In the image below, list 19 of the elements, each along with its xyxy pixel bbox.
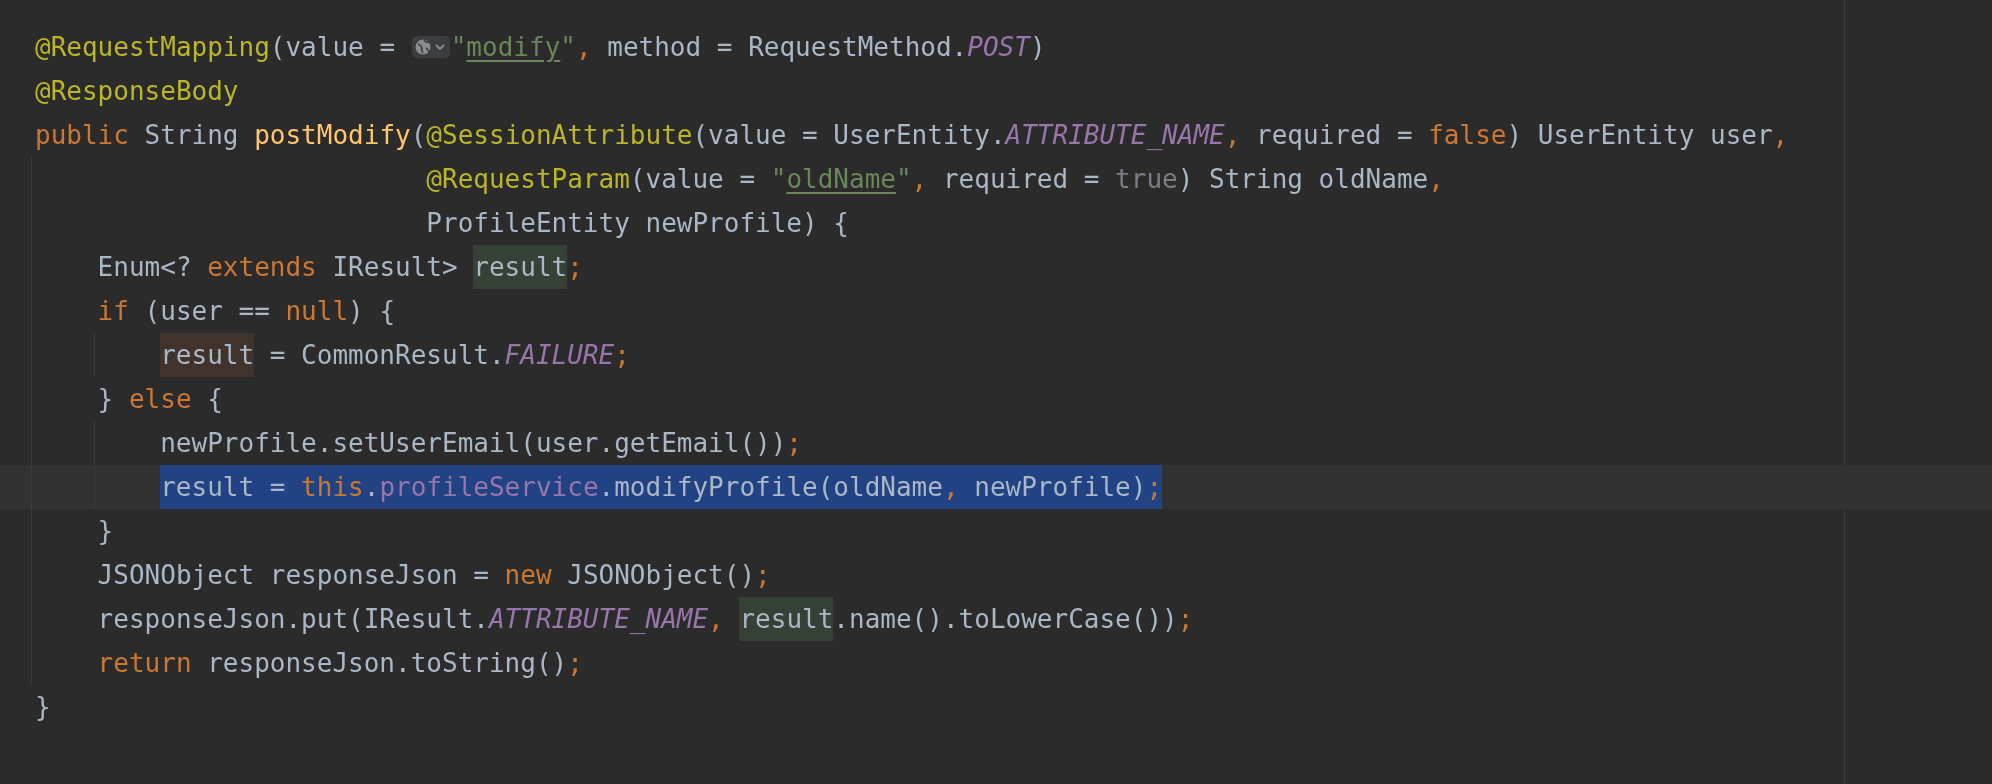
- code-line: responseJson.put(IResult.ATTRIBUTE_NAME, result.name().toLowerCase());: [97, 597, 1194, 641]
- selected-code: result = this.profileService.modifyProfile(oldName, newProfile);: [160, 465, 1163, 509]
- code-line: ProfileEntity newProfile) {: [426, 207, 849, 240]
- code-line: result = CommonResult.FAILURE;: [160, 333, 630, 377]
- code-line: newProfile.setUserEmail(user.getEmail());: [160, 427, 802, 460]
- code-line: "modify", method = RequestMethod.POST): [450, 31, 1046, 64]
- code-line: JSONObject responseJson = new JSONObject();: [97, 559, 771, 592]
- code-line: @RequestParam(value = "oldName", required = true) String oldName,: [426, 163, 1444, 196]
- code-editor[interactable]: [0, 0, 1992, 784]
- code-line: public String postModify(@SessionAttribute(value = UserEntity.ATTRIBUTE_NAME, required = false) UserEntity user,: [35, 119, 1789, 152]
- code-line: @RequestMapping(value =: [35, 31, 397, 64]
- code-line: @ResponseBody: [35, 75, 239, 108]
- code-line: }: [97, 515, 114, 548]
- code-line: } else {: [97, 383, 223, 416]
- code-line: }: [35, 691, 51, 724]
- globe-icon[interactable]: [411, 36, 450, 58]
- code-line: return responseJson.toString();: [97, 647, 583, 680]
- code-line: if (user == null) {: [97, 295, 396, 328]
- code-line: Enum<? extends IResult> result;: [97, 245, 583, 289]
